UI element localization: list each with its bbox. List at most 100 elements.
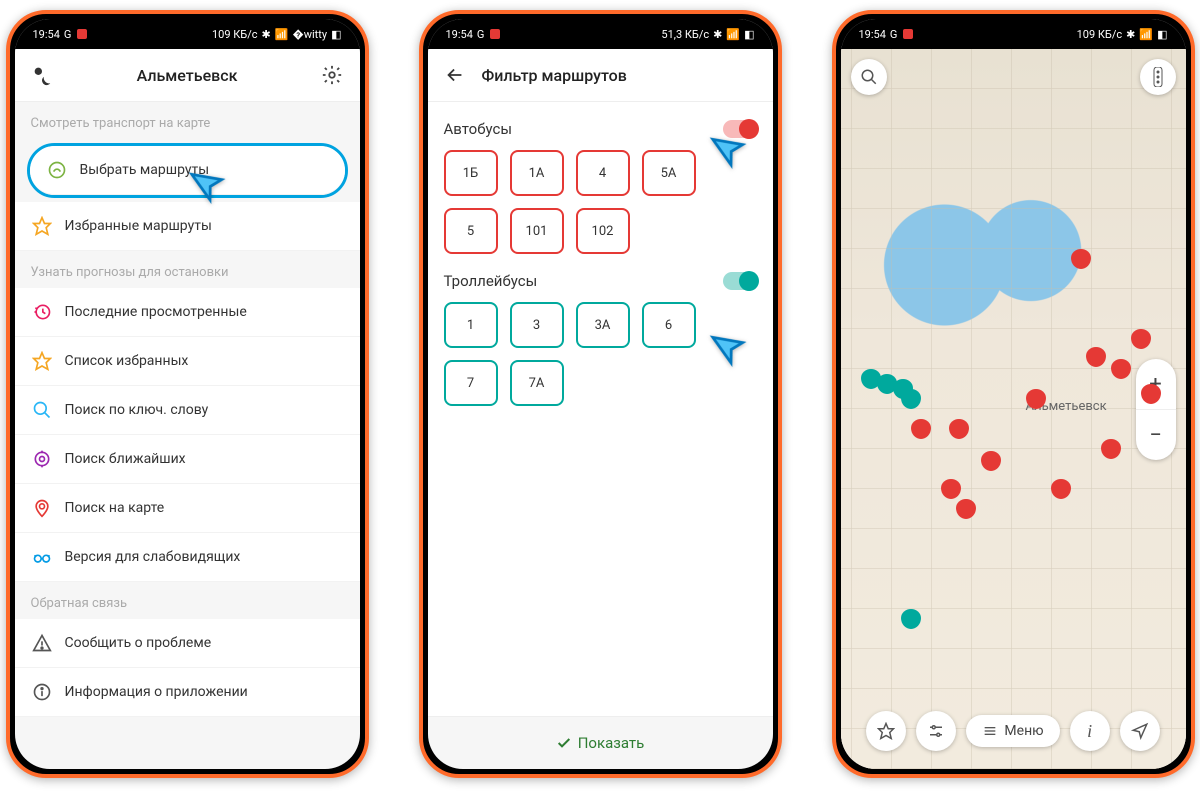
star-icon bbox=[877, 722, 895, 740]
title-bar: Альметьевск bbox=[15, 49, 360, 102]
page-title: Фильтр маршрутов bbox=[482, 66, 735, 85]
theme-toggle-icon[interactable] bbox=[31, 64, 53, 86]
traffic-light-button[interactable] bbox=[1140, 59, 1176, 95]
notification-badge-icon bbox=[490, 29, 500, 39]
route-chip[interactable]: 3А bbox=[576, 302, 630, 348]
search-icon bbox=[860, 68, 878, 86]
map-roads bbox=[841, 49, 1186, 769]
check-icon bbox=[556, 735, 572, 751]
menu-button[interactable]: Меню bbox=[966, 715, 1059, 747]
zoom-out-button[interactable]: − bbox=[1136, 409, 1176, 460]
glasses-icon bbox=[31, 546, 53, 568]
signal-icon: 📶 bbox=[275, 28, 289, 41]
menu-label: Сообщить о проблеме bbox=[65, 635, 212, 651]
bluetooth-icon: ✱ bbox=[713, 28, 722, 41]
route-chip[interactable]: 7А bbox=[510, 360, 564, 406]
battery-icon: ◧ bbox=[744, 28, 754, 41]
menu-item-accessibility[interactable]: Версия для слабовидящих bbox=[15, 533, 360, 582]
map-pin-bus[interactable] bbox=[981, 451, 1001, 477]
route-chip[interactable]: 5А bbox=[642, 150, 696, 196]
navigation-icon bbox=[1131, 722, 1149, 740]
section-label-feedback: Обратная связь bbox=[15, 582, 360, 619]
map-pin-trolley[interactable] bbox=[901, 389, 921, 415]
menu-label: Последние просмотренные bbox=[65, 304, 247, 320]
favorites-button[interactable] bbox=[866, 711, 906, 751]
history-icon bbox=[31, 301, 53, 323]
notification-badge-icon bbox=[903, 29, 913, 39]
menu-item-about[interactable]: Информация о приложении bbox=[15, 668, 360, 717]
map-pin-bus[interactable] bbox=[949, 419, 969, 445]
route-chip[interactable]: 5 bbox=[444, 208, 498, 254]
page-title: Альметьевск bbox=[137, 66, 238, 85]
star-icon bbox=[31, 350, 53, 372]
map-pin-bus[interactable] bbox=[956, 499, 976, 525]
map-pin-bus[interactable] bbox=[1131, 329, 1151, 355]
map-pin-bus[interactable] bbox=[1026, 389, 1046, 415]
route-chip[interactable]: 4 bbox=[576, 150, 630, 196]
route-chip[interactable]: 102 bbox=[576, 208, 630, 254]
route-chip[interactable]: 3 bbox=[510, 302, 564, 348]
menu-item-report-problem[interactable]: Сообщить о проблеме bbox=[15, 619, 360, 668]
hamburger-icon bbox=[982, 723, 998, 739]
status-bar: 19:54 G 109 КБ/с ✱ 📶 ◧ bbox=[841, 19, 1186, 49]
route-chip[interactable]: 6 bbox=[642, 302, 696, 348]
trolley-section-label: Троллейбусы bbox=[444, 272, 538, 290]
map-pin-icon bbox=[31, 497, 53, 519]
map-pin-bus[interactable] bbox=[1051, 479, 1071, 505]
star-icon bbox=[31, 215, 53, 237]
menu-item-map-search[interactable]: Поиск на карте bbox=[15, 484, 360, 533]
route-chip[interactable]: 7 bbox=[444, 360, 498, 406]
phone-2: 19:54 G 51,3 КБ/с ✱ 📶 ◧ Фильтр маршрутов… bbox=[419, 10, 782, 778]
map-pin-bus[interactable] bbox=[1071, 249, 1091, 275]
sliders-icon bbox=[927, 722, 945, 740]
net-indicator: G bbox=[477, 28, 485, 41]
speed-indicator: 109 КБ/с bbox=[212, 28, 258, 41]
signal-icon: 📶 bbox=[726, 28, 740, 41]
map-pin-bus[interactable] bbox=[1086, 347, 1106, 373]
route-chip[interactable]: 1Б bbox=[444, 150, 498, 196]
net-indicator: G bbox=[64, 28, 72, 41]
trolley-toggle[interactable] bbox=[723, 272, 757, 290]
notification-badge-icon bbox=[77, 29, 87, 39]
menu-item-favorites-list[interactable]: Список избранных bbox=[15, 337, 360, 386]
map-pin-trolley[interactable] bbox=[901, 609, 921, 635]
info-icon: i bbox=[1087, 721, 1092, 742]
route-icon bbox=[46, 159, 68, 181]
traffic-light-icon bbox=[1150, 67, 1166, 87]
menu-item-recent[interactable]: Последние просмотренные bbox=[15, 288, 360, 337]
show-button-label: Показать bbox=[578, 734, 645, 752]
battery-icon: ◧ bbox=[1157, 28, 1167, 41]
locate-button[interactable] bbox=[1120, 711, 1160, 751]
bluetooth-icon: ✱ bbox=[262, 28, 271, 41]
menu-item-select-routes[interactable]: Выбрать маршруты bbox=[30, 146, 345, 195]
show-button[interactable]: Показать bbox=[428, 716, 773, 769]
menu-label: Избранные маршруты bbox=[65, 218, 212, 234]
clock: 19:54 bbox=[446, 28, 473, 41]
map-pin-bus[interactable] bbox=[1141, 384, 1161, 410]
menu-item-favorite-routes[interactable]: Избранные маршруты bbox=[15, 202, 360, 251]
info-button[interactable]: i bbox=[1070, 711, 1110, 751]
menu-item-nearest[interactable]: Поиск ближайших bbox=[15, 435, 360, 484]
menu-label: Список избранных bbox=[65, 353, 189, 369]
route-chip[interactable]: 1А bbox=[510, 150, 564, 196]
map-canvas[interactable]: Альметьевск + − Ме bbox=[841, 49, 1186, 769]
filter-button[interactable] bbox=[916, 711, 956, 751]
highlighted-select-routes: Выбрать маршруты bbox=[27, 143, 348, 198]
map-search-button[interactable] bbox=[851, 59, 887, 95]
map-pin-bus[interactable] bbox=[1101, 439, 1121, 465]
route-chip[interactable]: 1 bbox=[444, 302, 498, 348]
status-bar: 19:54 G 51,3 КБ/с ✱ 📶 ◧ bbox=[428, 19, 773, 49]
bus-toggle[interactable] bbox=[723, 120, 757, 138]
menu-label: Поиск по ключ. слову bbox=[65, 402, 209, 418]
phone-3: 19:54 G 109 КБ/с ✱ 📶 ◧ Альметьевск + bbox=[832, 10, 1195, 778]
menu-item-keyword-search[interactable]: Поиск по ключ. слову bbox=[15, 386, 360, 435]
map-pin-bus[interactable] bbox=[1111, 359, 1131, 385]
filter-section-trolley: Троллейбусы 1 3 3А 6 7 7А bbox=[444, 272, 757, 406]
back-icon[interactable] bbox=[444, 64, 466, 86]
settings-icon[interactable] bbox=[321, 64, 343, 86]
map-pin-bus[interactable] bbox=[911, 419, 931, 445]
clock: 19:54 bbox=[33, 28, 60, 41]
battery-icon: ◧ bbox=[331, 28, 341, 41]
menu-label: Поиск ближайших bbox=[65, 451, 186, 467]
route-chip[interactable]: 101 bbox=[510, 208, 564, 254]
